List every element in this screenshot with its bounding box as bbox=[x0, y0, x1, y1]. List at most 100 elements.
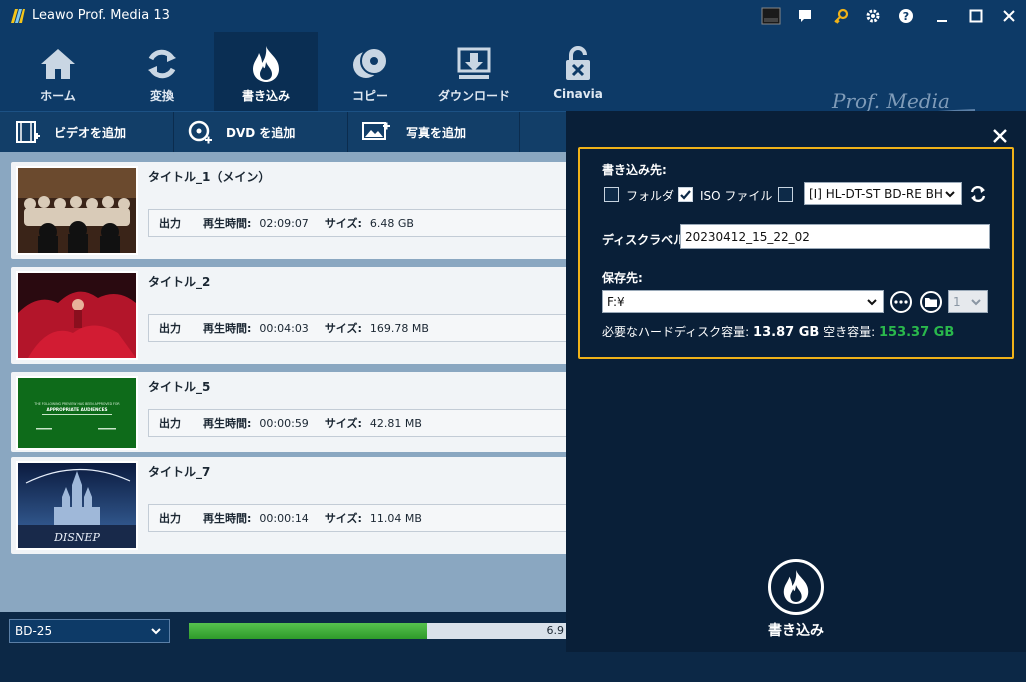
film-add-icon bbox=[16, 121, 40, 143]
add-dvd-label: DVD を追加 bbox=[226, 125, 296, 140]
nav-home[interactable]: ホーム bbox=[6, 32, 110, 111]
output-label: 出力 bbox=[159, 512, 181, 525]
duration-value: 02:09:07 bbox=[259, 216, 309, 230]
folder-icon bbox=[925, 298, 937, 307]
media-list: タイトル_1（メイン） 出力 再生時間: 02:09:07 サイズ: 6.48 … bbox=[0, 152, 566, 612]
duration-value: 00:00:14 bbox=[259, 511, 309, 525]
more-dots-icon bbox=[894, 300, 908, 304]
disney-logo-text: DISNEP bbox=[53, 531, 100, 544]
nav-label-copy: コピー bbox=[351, 89, 388, 103]
add-video-button[interactable]: ビデオを追加 bbox=[16, 112, 126, 152]
capacity-value: 13.87 GB bbox=[753, 325, 820, 340]
home-icon bbox=[38, 46, 78, 82]
free-space-value: 153.37 GB bbox=[878, 325, 955, 340]
list-item[interactable]: タイトル_2 出力 再生時間: 00:04:03 サイズ: 169.78 MB bbox=[11, 267, 566, 364]
duration-label: 再生時間: bbox=[203, 512, 252, 525]
close-panel-icon[interactable] bbox=[991, 127, 1009, 145]
item-info: 出力 再生時間: 00:00:59 サイズ: 42.81 MB bbox=[148, 409, 566, 437]
nav-label-download: ダウンロード bbox=[437, 89, 510, 103]
iso-checkbox[interactable] bbox=[678, 187, 693, 202]
help-icon[interactable]: ? bbox=[895, 6, 917, 26]
thumbnail-image: DISNEP bbox=[18, 463, 136, 548]
size-value: 6.48 GB bbox=[369, 216, 414, 230]
add-photo-label: 写真を追加 bbox=[406, 125, 467, 140]
list-item[interactable]: タイトル_1（メイン） 出力 再生時間: 02:09:07 サイズ: 6.48 … bbox=[11, 162, 566, 259]
size-label: サイズ: bbox=[324, 512, 362, 525]
disc-label-value: 20230412_15_22_02 bbox=[685, 229, 810, 244]
size-label: サイズ: bbox=[324, 417, 362, 430]
output-label: 出力 bbox=[159, 217, 181, 230]
register-key-icon[interactable] bbox=[830, 6, 852, 26]
list-item[interactable]: THE FOLLOWING PREVIEW HAS BEEN APPROVED … bbox=[11, 372, 566, 452]
photo-add-icon bbox=[362, 122, 390, 140]
size-label: サイズ: bbox=[324, 322, 362, 335]
nav-cinavia[interactable]: Cinavia bbox=[526, 32, 630, 111]
chevron-down-icon bbox=[944, 186, 956, 202]
minimize-icon[interactable] bbox=[931, 6, 953, 26]
save-to-caption: 保存先: bbox=[602, 271, 643, 285]
burn-button[interactable]: 書き込み bbox=[761, 559, 831, 645]
item-title: タイトル_2 bbox=[148, 275, 211, 289]
size-label: サイズ: bbox=[324, 217, 362, 230]
nav-label-home: ホーム bbox=[40, 89, 76, 103]
svg-text:?: ? bbox=[903, 10, 909, 23]
video-thumbnail: DISNEP bbox=[16, 461, 138, 550]
rating-text-line1: THE FOLLOWING PREVIEW HAS BEEN APPROVED … bbox=[33, 402, 120, 406]
add-dvd-button[interactable]: DVD を追加 bbox=[188, 112, 295, 152]
drive-select-value: [I] HL-DT-ST BD-RE BH bbox=[809, 186, 943, 201]
chevron-down-icon bbox=[151, 628, 161, 635]
capacity-progress-text: 6.9 bbox=[546, 624, 565, 637]
copy-disc-icon bbox=[350, 46, 390, 82]
nav-convert[interactable]: 変換 bbox=[110, 32, 214, 111]
burn-settings-panel: 書き込み先: フォルダ ISO ファイル [I] HL-DT-ST BD-RE … bbox=[566, 111, 1026, 652]
capacity-line: 必要なハードディスク容量: 13.87 GB 空き容量: 153.37 GB bbox=[602, 323, 954, 340]
duration-value: 00:00:59 bbox=[259, 416, 309, 430]
item-info: 出力 再生時間: 00:00:14 サイズ: 11.04 MB bbox=[148, 504, 566, 532]
capacity-progress-fill bbox=[189, 623, 427, 639]
item-title: タイトル_5 bbox=[148, 380, 211, 394]
refresh-icon[interactable] bbox=[968, 184, 988, 204]
browse-more-button[interactable] bbox=[890, 291, 912, 313]
disc-label-caption: ディスクラベル: bbox=[602, 233, 690, 247]
close-window-icon[interactable] bbox=[998, 6, 1020, 26]
video-thumbnail bbox=[16, 271, 138, 360]
burn-flame-icon bbox=[783, 570, 809, 604]
duration-label: 再生時間: bbox=[203, 217, 252, 230]
duration-label: 再生時間: bbox=[203, 322, 252, 335]
amd-badge-icon bbox=[760, 6, 782, 26]
list-item[interactable]: DISNEP タイトル_7 出力 再生時間: 00:00:14 サイズ: 11.… bbox=[11, 457, 566, 554]
disc-type-select[interactable]: BD-25 bbox=[9, 619, 170, 643]
maximize-icon[interactable] bbox=[965, 6, 987, 26]
app-title: Leawo Prof. Media 13 bbox=[32, 8, 170, 23]
open-folder-button[interactable] bbox=[920, 291, 942, 313]
duration-label: 再生時間: bbox=[203, 417, 252, 430]
chevron-down-icon bbox=[867, 299, 877, 306]
save-to-select[interactable]: F:¥ bbox=[602, 290, 884, 313]
disc-label-input[interactable]: 20230412_15_22_02 bbox=[680, 224, 990, 249]
nav-burn[interactable]: 書き込み bbox=[214, 32, 318, 111]
rating-text-line2: APPROPRIATE AUDIENCES bbox=[47, 407, 108, 412]
burn-button-circle bbox=[768, 559, 824, 615]
nav-download[interactable]: ダウンロード bbox=[422, 32, 526, 111]
copies-select[interactable]: 1 bbox=[948, 290, 988, 313]
output-label: 出力 bbox=[159, 417, 181, 430]
add-toolbar: ビデオを追加 DVD を追加 写真を追加 bbox=[0, 111, 566, 152]
drive-select[interactable]: [I] HL-DT-ST BD-RE BH bbox=[804, 182, 962, 205]
size-value: 11.04 MB bbox=[369, 511, 422, 525]
toolbar-divider bbox=[173, 112, 174, 152]
drive-checkbox[interactable] bbox=[778, 187, 793, 202]
feedback-icon[interactable] bbox=[794, 6, 816, 26]
title-bar: Leawo Prof. Media 13 ? bbox=[0, 0, 1026, 32]
settings-gear-icon[interactable] bbox=[862, 6, 884, 26]
folder-checkbox[interactable] bbox=[604, 187, 619, 202]
size-value: 169.78 MB bbox=[369, 321, 429, 335]
save-to-value: F:¥ bbox=[607, 294, 625, 309]
item-title: タイトル_7 bbox=[148, 465, 211, 479]
size-value: 42.81 MB bbox=[369, 416, 422, 430]
output-label: 出力 bbox=[159, 322, 181, 335]
nav-copy[interactable]: コピー bbox=[318, 32, 422, 111]
capacity-label: 必要なハードディスク容量: bbox=[602, 325, 750, 339]
add-photo-button[interactable]: 写真を追加 bbox=[362, 112, 466, 152]
main-nav: ホーム 変換 書き込み コピー ダウンロード Cinavia Prof. Med… bbox=[0, 32, 1026, 129]
add-video-label: ビデオを追加 bbox=[54, 125, 127, 140]
